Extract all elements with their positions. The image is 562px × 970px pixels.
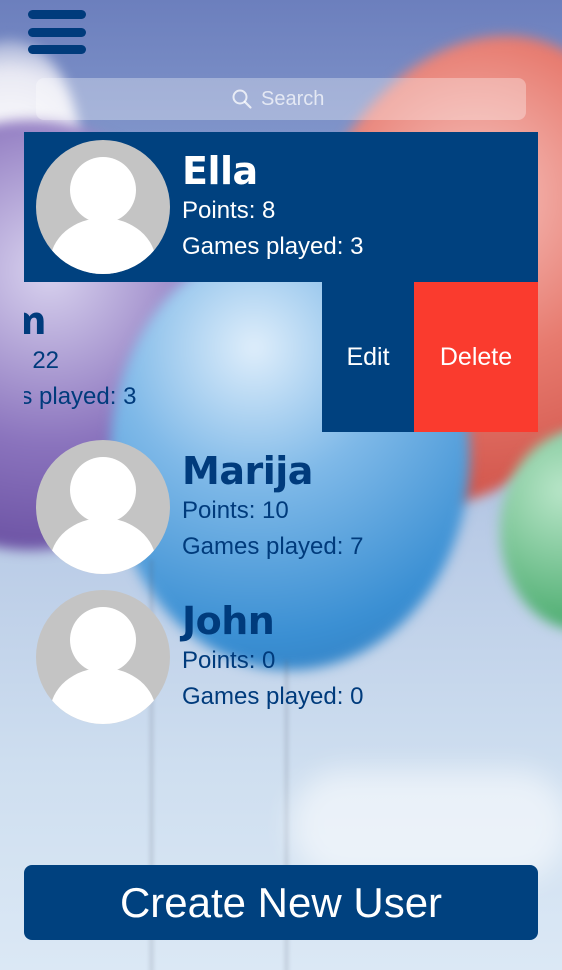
user-name: m xyxy=(24,299,47,343)
user-avatar-icon xyxy=(36,440,170,574)
user-info: John Points: 0 Games played: 0 xyxy=(182,599,363,715)
user-games-played: Games played: 0 xyxy=(182,683,364,710)
user-avatar-icon xyxy=(36,140,170,274)
menu-bar xyxy=(28,27,86,37)
create-new-user-button[interactable]: Create New User xyxy=(24,865,538,940)
menu-bar xyxy=(28,10,86,19)
user-name: Marija xyxy=(182,449,313,493)
user-games-played: Games played: 3 xyxy=(182,233,364,260)
user-info: Ella Points: 8 Games played: 3 xyxy=(182,149,363,265)
swiped-row-content: m s: 22 es played: 3 xyxy=(24,282,136,432)
user-avatar-icon xyxy=(36,590,170,724)
search-bar[interactable] xyxy=(36,78,526,120)
search-icon xyxy=(231,88,253,110)
avatar-body xyxy=(50,218,156,274)
hamburger-menu-icon[interactable] xyxy=(28,10,86,54)
user-games-played: es played: 3 xyxy=(24,383,137,410)
user-info: m s: 22 es played: 3 xyxy=(24,299,136,415)
menu-bar xyxy=(28,45,86,54)
edit-button[interactable]: Edit xyxy=(322,282,414,432)
user-points: s: 22 xyxy=(24,347,60,374)
search-input[interactable] xyxy=(261,87,331,111)
avatar-head xyxy=(70,457,136,523)
user-row-ella[interactable]: Ella Points: 8 Games played: 3 xyxy=(24,132,538,282)
user-points: Points: 8 xyxy=(182,197,276,224)
user-info: Marija Points: 10 Games played: 7 xyxy=(182,449,363,565)
avatar-head xyxy=(70,607,136,673)
user-games-played: Games played: 7 xyxy=(182,533,364,560)
user-name: Ella xyxy=(182,149,258,193)
avatar-body xyxy=(50,668,156,724)
user-points: Points: 10 xyxy=(182,497,289,524)
user-points: Points: 0 xyxy=(182,647,276,674)
user-row-john[interactable]: John Points: 0 Games played: 0 xyxy=(24,582,538,732)
avatar-body xyxy=(50,518,156,574)
user-row-marija[interactable]: Marija Points: 10 Games played: 7 xyxy=(24,432,538,582)
avatar-head xyxy=(70,157,136,223)
delete-button[interactable]: Delete xyxy=(414,282,538,432)
user-name: John xyxy=(182,599,275,643)
cloud xyxy=(290,770,562,880)
